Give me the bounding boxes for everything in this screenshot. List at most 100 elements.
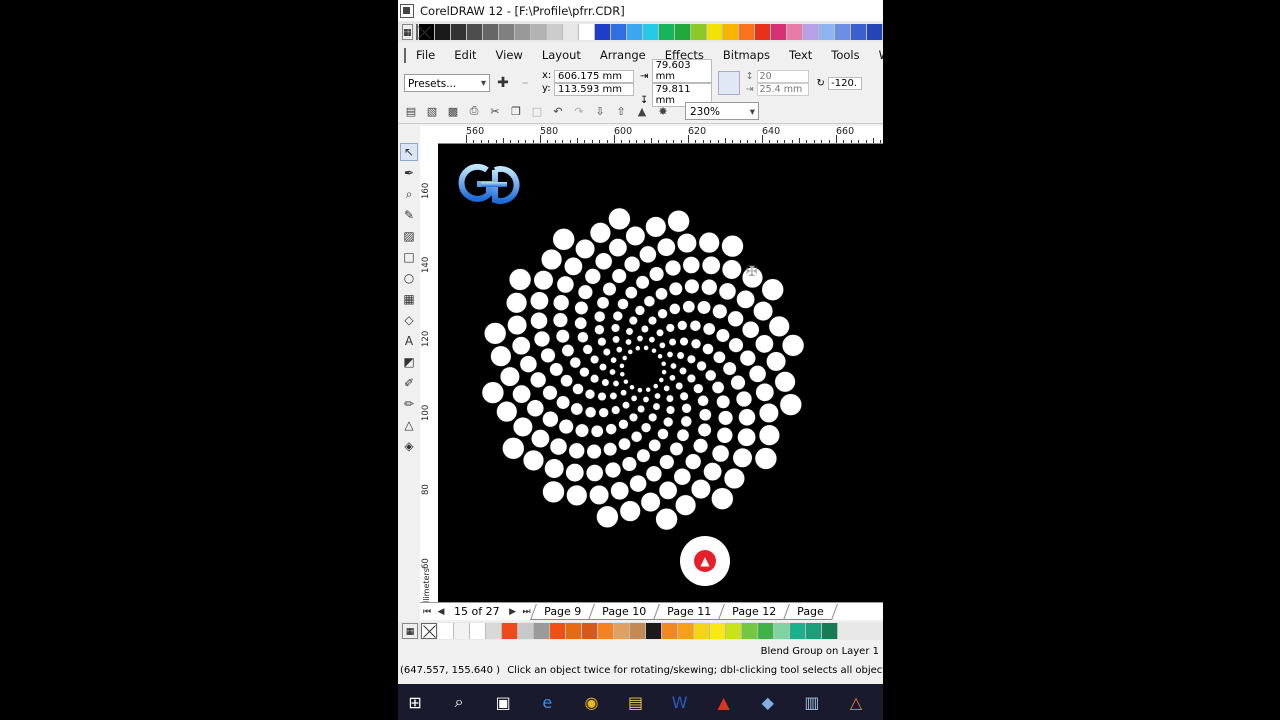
lock-ratio-button[interactable]: [717, 71, 740, 95]
save-icon[interactable]: ▩: [445, 103, 461, 119]
horizontal-ruler[interactable]: 560 580 600 620 640 660: [438, 126, 883, 144]
pick-tool-icon[interactable]: ↖: [400, 143, 418, 161]
edge-icon[interactable]: e: [530, 684, 564, 720]
notification-bell-button[interactable]: ▲: [680, 536, 730, 586]
color-swatch[interactable]: [806, 623, 822, 639]
text-tool-icon[interactable]: A: [400, 332, 418, 350]
color-swatch[interactable]: [739, 23, 755, 40]
app-launcher-icon[interactable]: ▲: [634, 103, 650, 119]
chrome-icon[interactable]: ◉: [574, 684, 608, 720]
color-swatch[interactable]: [595, 23, 611, 40]
vertical-ruler[interactable]: millimeters 160 140 120 100 80 60: [420, 143, 439, 613]
corel-online-icon[interactable]: ✸: [655, 103, 671, 119]
basic-shapes-icon[interactable]: ◇: [400, 311, 418, 329]
color-swatch[interactable]: [515, 23, 531, 40]
color-swatch[interactable]: [502, 623, 518, 639]
color-swatch[interactable]: [867, 23, 883, 40]
color-swatch[interactable]: [547, 23, 563, 40]
color-swatch[interactable]: [771, 23, 787, 40]
prev-page-icon[interactable]: ◀: [434, 607, 448, 617]
print-icon[interactable]: ⎙: [466, 103, 482, 119]
color-swatch[interactable]: [707, 23, 723, 40]
color-swatch[interactable]: [694, 623, 710, 639]
drawing-canvas[interactable]: ✠ ▲: [438, 144, 883, 602]
menu-bitmaps[interactable]: Bitmaps: [723, 48, 770, 62]
color-swatch[interactable]: [710, 623, 726, 639]
color-swatch[interactable]: [579, 23, 595, 40]
color-swatch[interactable]: [787, 23, 803, 40]
zoom-tool-icon[interactable]: ⌕: [400, 185, 418, 203]
y-position-field[interactable]: 113.593 mm: [554, 83, 634, 96]
color-swatch[interactable]: [742, 623, 758, 639]
app-icon[interactable]: [400, 3, 414, 18]
color-swatch[interactable]: [438, 623, 454, 639]
open-icon[interactable]: ▧: [424, 103, 440, 119]
zoom-level-dropdown[interactable]: 230%: [685, 102, 759, 121]
color-swatch[interactable]: [723, 23, 739, 40]
color-swatch[interactable]: [486, 623, 502, 639]
color-swatch[interactable]: [851, 23, 867, 40]
shape-tool-icon[interactable]: ✒: [400, 164, 418, 182]
blend-spiral-artwork[interactable]: [478, 204, 808, 534]
acrobat-icon[interactable]: ▲: [707, 684, 741, 720]
menu-window[interactable]: Wi: [879, 48, 883, 62]
interactive-blend-icon[interactable]: ◩: [400, 353, 418, 371]
color-swatch[interactable]: [646, 623, 662, 639]
x-position-field[interactable]: 606.175 mm: [554, 70, 634, 83]
color-swatch[interactable]: [451, 23, 467, 40]
cut-icon[interactable]: ✂: [487, 103, 503, 119]
color-swatch[interactable]: [419, 23, 435, 40]
rotation-field[interactable]: -120.: [828, 76, 863, 90]
app-icon[interactable]: ▥: [795, 684, 829, 720]
color-swatch[interactable]: [774, 623, 790, 639]
document-menu-icon[interactable]: [404, 47, 406, 63]
ruler-origin[interactable]: [420, 126, 439, 144]
page-tab[interactable]: Page 10: [587, 603, 660, 620]
color-swatch[interactable]: [627, 23, 643, 40]
presets-dropdown[interactable]: Presets...: [404, 74, 490, 93]
export-icon[interactable]: ⇧: [613, 103, 629, 119]
menu-view[interactable]: View: [496, 48, 523, 62]
page-tab[interactable]: Page 11: [652, 603, 725, 620]
windows-start-icon[interactable]: ⊞: [398, 684, 432, 720]
file-explorer-icon[interactable]: ▤: [618, 684, 652, 720]
outline-tool-icon[interactable]: ✏: [400, 395, 418, 413]
scale-bottom-field[interactable]: 25.4 mm: [756, 83, 809, 96]
width-field[interactable]: 79.603 mm: [651, 59, 712, 83]
palette-menu-icon[interactable]: ▦: [402, 23, 413, 40]
color-swatch[interactable]: [678, 623, 694, 639]
palette-menu-icon[interactable]: ▦: [402, 623, 418, 639]
smart-fill-icon[interactable]: ▨: [400, 227, 418, 245]
fill-tool-icon[interactable]: △: [400, 416, 418, 434]
color-swatch[interactable]: [726, 623, 742, 639]
page-tab[interactable]: Page: [783, 603, 838, 620]
task-view-icon[interactable]: ▣: [486, 684, 520, 720]
next-page-icon[interactable]: ▶: [506, 607, 520, 617]
color-swatch[interactable]: [499, 23, 515, 40]
color-swatch[interactable]: [675, 23, 691, 40]
eyedropper-icon[interactable]: ✐: [400, 374, 418, 392]
color-swatch[interactable]: [598, 623, 614, 639]
menu-text[interactable]: Text: [789, 48, 812, 62]
no-color-swatch[interactable]: [421, 623, 437, 639]
color-swatch[interactable]: [643, 23, 659, 40]
color-swatch[interactable]: [803, 23, 819, 40]
vlc-icon[interactable]: △: [839, 684, 873, 720]
first-page-icon[interactable]: ⏮: [420, 607, 434, 617]
color-swatch[interactable]: [582, 623, 598, 639]
copy-icon[interactable]: ❐: [508, 103, 524, 119]
color-swatch[interactable]: [563, 23, 579, 40]
redo-icon[interactable]: ↷: [571, 103, 587, 119]
undo-icon[interactable]: ↶: [550, 103, 566, 119]
color-swatch[interactable]: [835, 23, 851, 40]
color-swatch[interactable]: [470, 623, 486, 639]
color-swatch[interactable]: [566, 623, 582, 639]
new-doc-icon[interactable]: ▤: [403, 103, 419, 119]
menu-edit[interactable]: Edit: [454, 48, 476, 62]
color-swatch[interactable]: [518, 623, 534, 639]
no-color-swatch[interactable]: [415, 23, 418, 40]
ellipse-tool-icon[interactable]: ○: [400, 269, 418, 287]
menu-arrange[interactable]: Arrange: [600, 48, 646, 62]
paste-icon[interactable]: □: [529, 103, 545, 119]
freehand-tool-icon[interactable]: ✎: [400, 206, 418, 224]
